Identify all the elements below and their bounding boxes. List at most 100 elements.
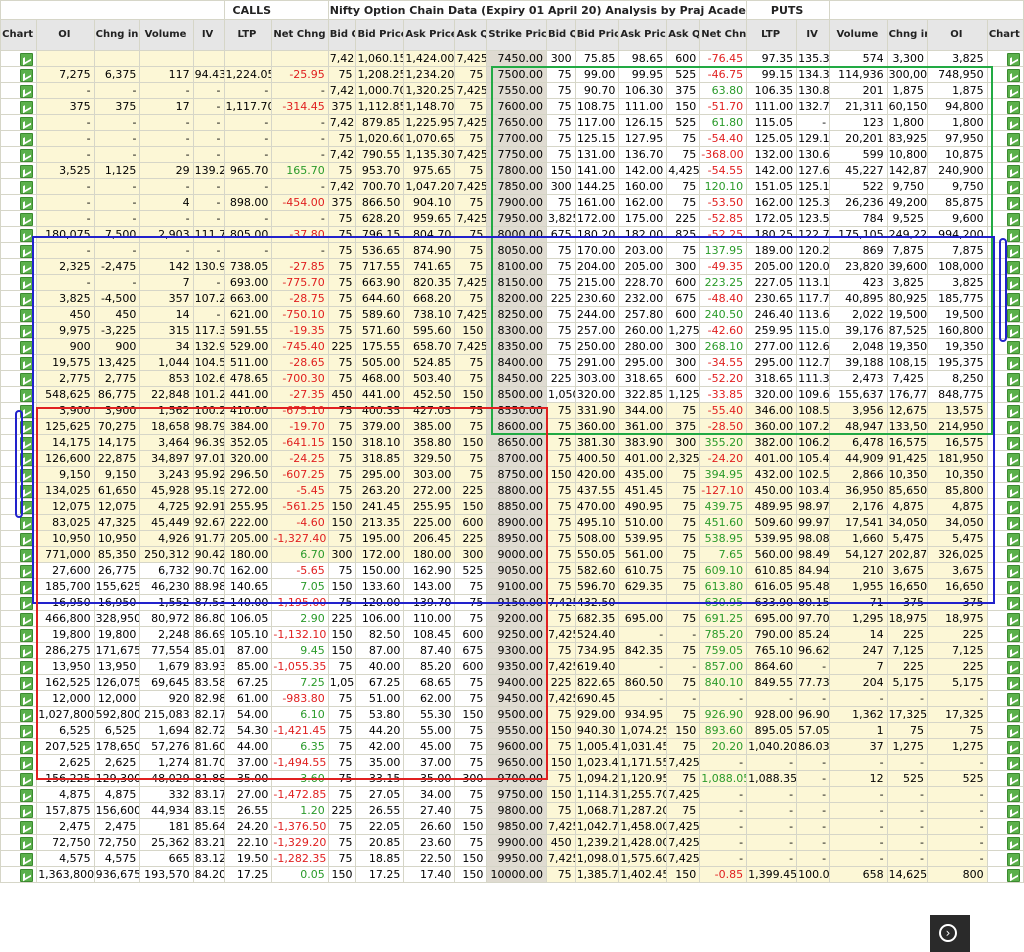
chart-icon[interactable] xyxy=(20,852,34,866)
chart-cell[interactable] xyxy=(0,66,38,83)
chart-icon[interactable] xyxy=(1007,580,1020,594)
chart-icon[interactable] xyxy=(20,740,34,754)
chart-cell[interactable] xyxy=(986,690,1024,707)
chart-icon[interactable] xyxy=(1007,596,1020,610)
chart-icon[interactable] xyxy=(1007,500,1020,514)
chart-cell[interactable] xyxy=(986,850,1024,867)
chart-cell[interactable] xyxy=(986,482,1024,499)
chart-icon[interactable] xyxy=(20,52,34,66)
chart-icon[interactable] xyxy=(1007,308,1020,322)
chart-icon[interactable] xyxy=(20,692,34,706)
chart-icon[interactable] xyxy=(20,372,34,386)
chart-cell[interactable] xyxy=(986,66,1024,83)
chart-icon[interactable] xyxy=(20,596,34,610)
chart-icon[interactable] xyxy=(1007,372,1020,386)
chart-icon[interactable] xyxy=(20,116,34,130)
chart-icon[interactable] xyxy=(1007,132,1020,146)
chart-cell[interactable] xyxy=(986,82,1024,99)
chart-icon[interactable] xyxy=(20,292,34,306)
chart-icon[interactable] xyxy=(1007,52,1020,66)
chart-cell[interactable] xyxy=(986,354,1024,371)
chart-cell[interactable] xyxy=(986,610,1024,627)
chart-icon[interactable] xyxy=(20,612,34,626)
chart-cell[interactable] xyxy=(0,866,38,883)
chart-cell[interactable] xyxy=(0,242,38,259)
chart-cell[interactable] xyxy=(0,322,38,339)
chart-icon[interactable] xyxy=(20,724,34,738)
chart-icon[interactable] xyxy=(1007,676,1020,690)
chart-cell[interactable] xyxy=(0,194,38,211)
chart-icon[interactable] xyxy=(20,356,34,370)
chart-icon[interactable] xyxy=(1007,548,1020,562)
chart-cell[interactable] xyxy=(0,82,38,99)
chart-icon[interactable] xyxy=(1007,292,1020,306)
chart-icon[interactable] xyxy=(20,660,34,674)
chart-cell[interactable] xyxy=(986,626,1024,643)
chart-cell[interactable] xyxy=(0,690,38,707)
chart-icon[interactable] xyxy=(20,804,34,818)
chart-icon[interactable] xyxy=(20,388,34,402)
chart-icon[interactable] xyxy=(20,564,34,578)
chart-icon[interactable] xyxy=(1007,708,1020,722)
chart-icon[interactable] xyxy=(1007,724,1020,738)
chart-icon[interactable] xyxy=(20,68,34,82)
chart-cell[interactable] xyxy=(986,530,1024,547)
chart-cell[interactable] xyxy=(0,578,38,595)
chart-cell[interactable] xyxy=(0,738,38,755)
chart-icon[interactable] xyxy=(1007,628,1020,642)
chart-cell[interactable] xyxy=(0,722,38,739)
chart-icon[interactable] xyxy=(1007,788,1020,802)
chart-cell[interactable] xyxy=(0,50,38,67)
chart-icon[interactable] xyxy=(1007,452,1020,466)
chart-cell[interactable] xyxy=(986,562,1024,579)
chart-icon[interactable] xyxy=(1007,84,1020,98)
chart-icon[interactable] xyxy=(1007,484,1020,498)
chart-cell[interactable] xyxy=(0,338,38,355)
chart-icon[interactable] xyxy=(20,228,34,242)
chart-icon[interactable] xyxy=(20,148,34,162)
chart-icon[interactable] xyxy=(1007,212,1020,226)
chart-cell[interactable] xyxy=(986,770,1024,787)
chart-cell[interactable] xyxy=(0,178,38,195)
chart-cell[interactable] xyxy=(986,514,1024,531)
chart-cell[interactable] xyxy=(0,562,38,579)
chart-icon[interactable] xyxy=(1007,276,1020,290)
chart-icon[interactable] xyxy=(1007,660,1020,674)
chart-cell[interactable] xyxy=(0,370,38,387)
chart-cell[interactable] xyxy=(0,818,38,835)
chart-cell[interactable] xyxy=(0,626,38,643)
chart-icon[interactable] xyxy=(1007,116,1020,130)
chart-icon[interactable] xyxy=(1007,564,1020,578)
chart-icon[interactable] xyxy=(20,516,34,530)
chart-cell[interactable] xyxy=(986,578,1024,595)
chart-cell[interactable] xyxy=(986,546,1024,563)
chart-cell[interactable] xyxy=(0,706,38,723)
chart-cell[interactable] xyxy=(986,402,1024,419)
next-page-button[interactable]: › xyxy=(930,915,970,952)
chart-icon[interactable] xyxy=(20,180,34,194)
chart-icon[interactable] xyxy=(1007,356,1020,370)
chart-cell[interactable] xyxy=(0,674,38,691)
chart-icon[interactable] xyxy=(20,196,34,210)
chart-icon[interactable] xyxy=(20,676,34,690)
chart-icon[interactable] xyxy=(1007,836,1020,850)
chart-cell[interactable] xyxy=(0,594,38,611)
chart-cell[interactable] xyxy=(0,274,38,291)
chart-cell[interactable] xyxy=(986,738,1024,755)
chart-cell[interactable] xyxy=(986,98,1024,115)
chart-cell[interactable] xyxy=(0,658,38,675)
chart-icon[interactable] xyxy=(1007,228,1020,242)
chart-icon[interactable] xyxy=(1007,260,1020,274)
chart-cell[interactable] xyxy=(0,354,38,371)
chart-icon[interactable] xyxy=(1007,148,1020,162)
chart-cell[interactable] xyxy=(986,642,1024,659)
chart-cell[interactable] xyxy=(0,834,38,851)
chart-icon[interactable] xyxy=(1007,164,1020,178)
chart-cell[interactable] xyxy=(986,754,1024,771)
chart-cell[interactable] xyxy=(0,306,38,323)
chart-icon[interactable] xyxy=(1007,420,1020,434)
chart-cell[interactable] xyxy=(0,786,38,803)
chart-icon[interactable] xyxy=(1007,100,1020,114)
chart-cell[interactable] xyxy=(986,50,1024,67)
chart-icon[interactable] xyxy=(1007,180,1020,194)
